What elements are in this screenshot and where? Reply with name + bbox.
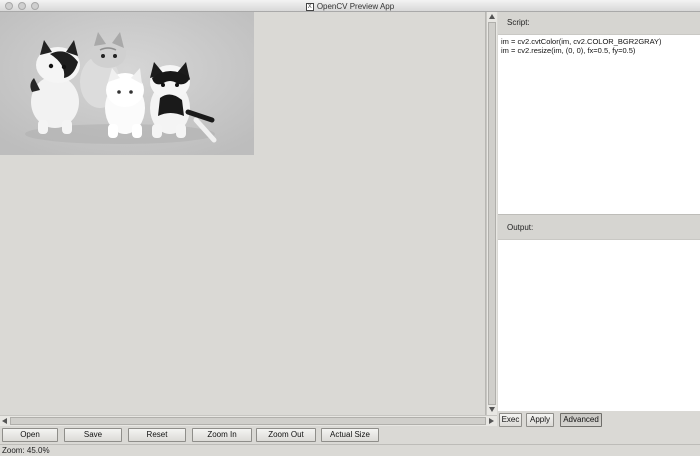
reset-button[interactable]: Reset — [128, 428, 186, 442]
horizontal-scrollbar[interactable] — [0, 415, 497, 426]
close-window-button[interactable] — [5, 2, 13, 10]
script-line: im = cv2.cvtColor(im, cv2.COLOR_BGR2GRAY… — [501, 37, 662, 46]
script-editor[interactable]: im = cv2.cvtColor(im, cv2.COLOR_BGR2GRAY… — [498, 34, 700, 214]
zoom-window-button[interactable] — [31, 2, 39, 10]
vertical-scrollbar[interactable] — [486, 12, 497, 415]
title-bar: X OpenCV Preview App — [0, 0, 700, 12]
exec-button[interactable]: Exec — [499, 413, 522, 427]
right-arrow-icon[interactable] — [488, 417, 495, 425]
script-line: im = cv2.resize(im, (0, 0), fx=0.5, fy=0… — [501, 46, 636, 55]
status-bar: Zoom: 45.0% — [0, 444, 700, 456]
apply-button[interactable]: Apply — [526, 413, 554, 427]
vertical-scroll-thumb[interactable] — [488, 22, 496, 405]
output-textbox[interactable] — [498, 239, 700, 411]
zoom-in-button[interactable]: Zoom In — [192, 428, 252, 442]
left-arrow-icon[interactable] — [1, 417, 8, 425]
output-label: Output: — [498, 217, 700, 239]
horizontal-scroll-thumb[interactable] — [10, 417, 486, 425]
actual-size-button[interactable]: Actual Size — [321, 428, 379, 442]
image-viewport[interactable] — [0, 12, 486, 415]
down-arrow-icon[interactable] — [488, 406, 496, 413]
right-pane: Script: im = cv2.cvtColor(im, cv2.COLOR_… — [498, 12, 700, 427]
minimize-window-button[interactable] — [18, 2, 26, 10]
kittens-image — [0, 12, 254, 155]
app-icon: X — [305, 3, 314, 11]
save-button[interactable]: Save — [64, 428, 122, 442]
up-arrow-icon[interactable] — [488, 13, 496, 20]
script-label: Script: — [498, 12, 700, 34]
advanced-button[interactable]: Advanced — [560, 413, 602, 427]
open-button[interactable]: Open — [2, 428, 58, 442]
zoom-out-button[interactable]: Zoom Out — [256, 428, 316, 442]
